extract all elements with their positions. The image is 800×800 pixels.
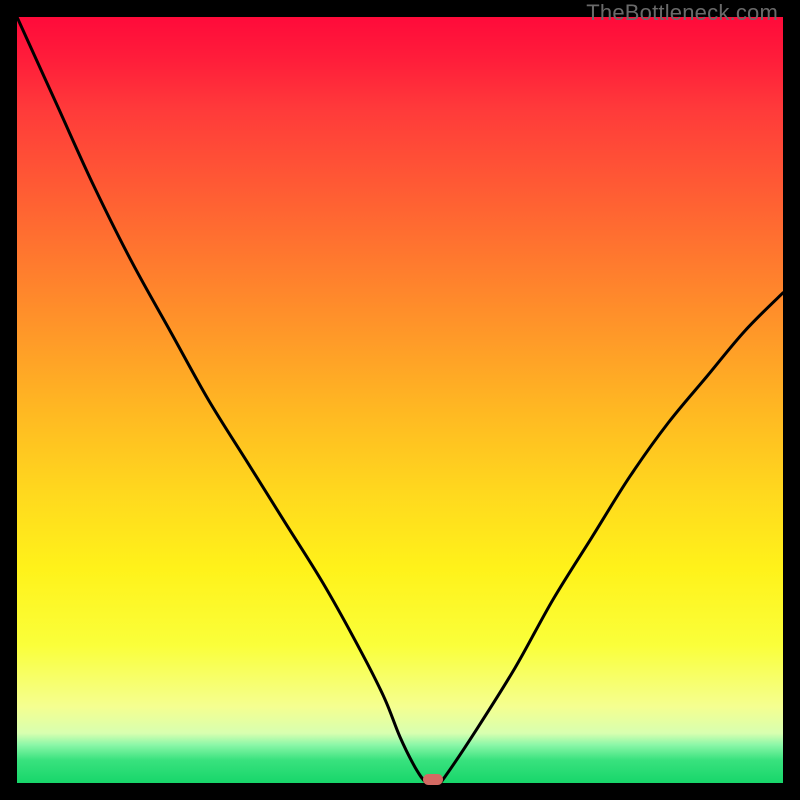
gradient-plot-area <box>17 17 783 783</box>
optimum-marker <box>423 774 443 785</box>
watermark-text: TheBottleneck.com <box>586 0 778 26</box>
chart-frame: TheBottleneck.com <box>0 0 800 800</box>
